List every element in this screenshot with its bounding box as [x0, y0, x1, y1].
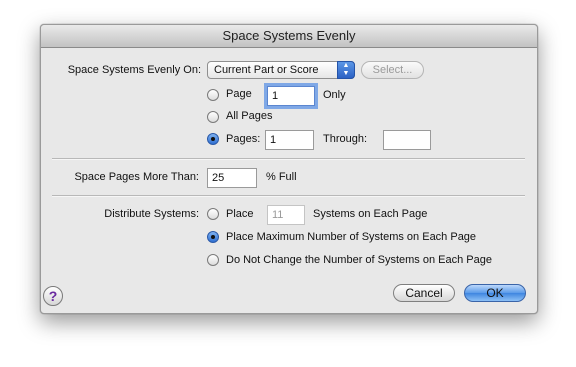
place-label: Place: [226, 208, 254, 220]
place-radio[interactable]: [207, 208, 219, 220]
ok-button[interactable]: OK: [464, 284, 526, 302]
separator: [52, 195, 525, 197]
place-maximum-radio[interactable]: [207, 231, 219, 243]
page-radio[interactable]: [207, 89, 219, 101]
percent-full-input[interactable]: 25: [207, 168, 257, 188]
space-on-label: Space Systems Evenly On:: [67, 64, 201, 76]
part-score-popup-value: Current Part or Score: [214, 64, 319, 76]
do-not-change-label: Do Not Change the Number of Systems on E…: [226, 254, 492, 266]
separator: [52, 158, 525, 160]
space-pages-label: Space Pages More Than:: [74, 171, 199, 183]
pages-from-input[interactable]: 1: [265, 130, 314, 150]
pages-through-input[interactable]: [383, 130, 431, 150]
distribute-label: Distribute Systems:: [104, 208, 199, 220]
page-radio-label: Page: [226, 88, 252, 100]
pages-range-label: Pages:: [226, 133, 261, 145]
help-button[interactable]: ?: [43, 286, 63, 306]
systems-count-input[interactable]: 11: [267, 205, 305, 225]
all-pages-label: All Pages: [226, 110, 273, 122]
part-score-popup[interactable]: Current Part or Score ▲ ▼: [207, 61, 355, 79]
percent-full-label: % Full: [266, 171, 297, 183]
dialog: Space Systems Evenly Space Systems Evenl…: [40, 24, 538, 314]
all-pages-radio[interactable]: [207, 111, 219, 123]
do-not-change-radio[interactable]: [207, 254, 219, 266]
page-number-input[interactable]: 1: [267, 86, 315, 106]
window-title: Space Systems Evenly: [41, 25, 537, 48]
pages-range-radio[interactable]: [207, 133, 219, 145]
place-maximum-label: Place Maximum Number of Systems on Each …: [226, 231, 477, 243]
chevron-updown-icon: ▲ ▼: [337, 61, 355, 79]
select-button[interactable]: Select...: [361, 61, 424, 79]
through-label: Through:: [323, 133, 368, 145]
cancel-button[interactable]: Cancel: [393, 284, 455, 302]
page-only-label: Only: [323, 89, 346, 101]
systems-each-page-label: Systems on Each Page: [313, 208, 428, 220]
